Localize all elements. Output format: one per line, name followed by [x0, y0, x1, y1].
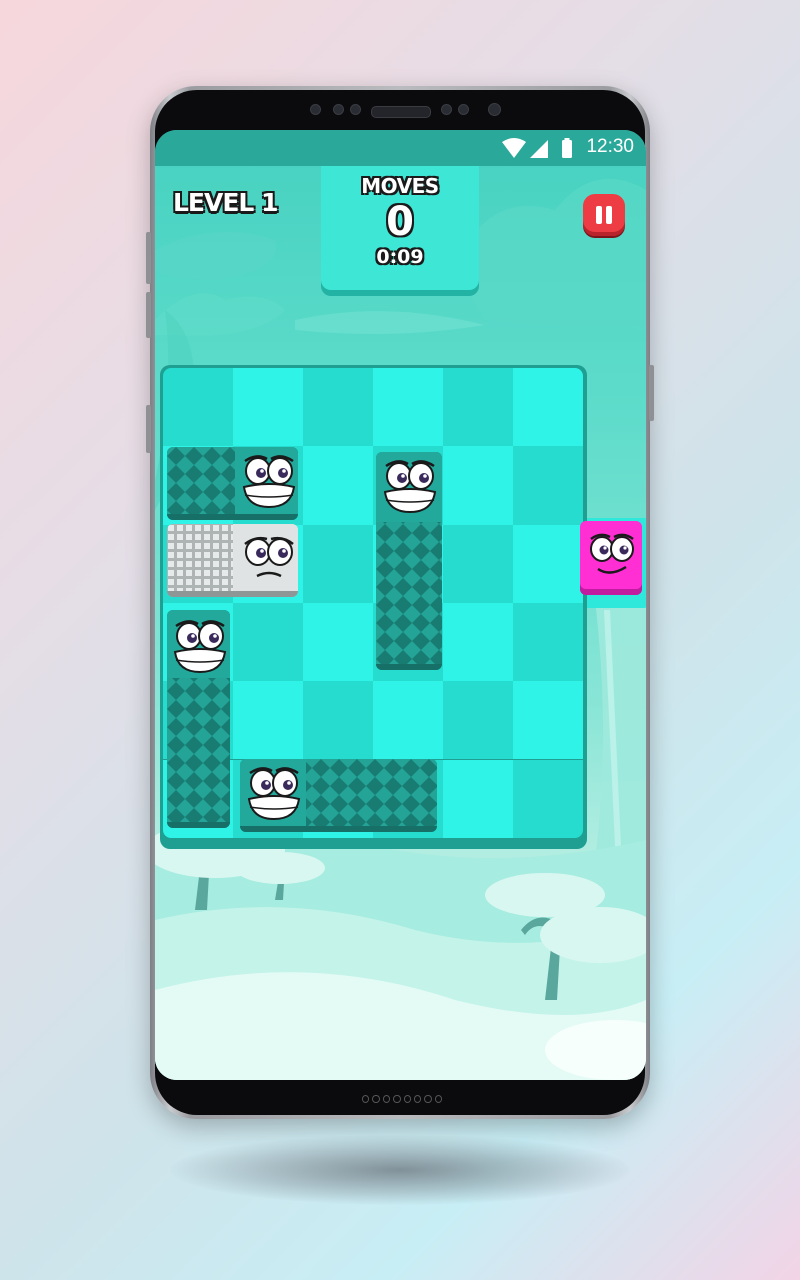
board-cell — [513, 524, 583, 603]
status-bar: 12:30 — [155, 130, 646, 166]
earpiece-speaker — [371, 106, 431, 118]
moves-title: MOVES — [361, 174, 439, 198]
signal-icon — [530, 140, 548, 158]
board-cell — [443, 602, 513, 682]
phone-floor-shadow — [170, 1135, 630, 1205]
sensor-dot — [350, 104, 361, 115]
moves-timer: 0:09 — [376, 246, 424, 268]
board-cell — [373, 368, 443, 447]
grin-face-icon — [383, 460, 437, 514]
sensor-dot — [333, 104, 344, 115]
teal-block-vertical-left[interactable] — [167, 610, 230, 828]
teal-block-vertical-center[interactable] — [376, 452, 442, 670]
board-cell — [233, 602, 303, 682]
grin-face-icon — [247, 767, 301, 821]
battery-icon — [562, 140, 572, 158]
pink-target-block[interactable] — [580, 521, 642, 595]
board-cell — [443, 681, 513, 760]
board-cell — [443, 446, 513, 525]
teal-block-horizontal-bottom[interactable] — [240, 759, 437, 832]
pause-button[interactable] — [583, 194, 625, 236]
board-cell — [233, 368, 303, 447]
game-screen: 12:30 LEVEL 1 MOVES 0 0:09 — [155, 130, 646, 1080]
worried-face-icon — [244, 536, 294, 578]
board-cell — [513, 368, 583, 447]
grin-face-icon — [242, 455, 296, 509]
volume-down-button — [146, 292, 151, 338]
bottom-speaker-dots — [362, 1095, 442, 1105]
sensor-dot — [458, 104, 469, 115]
status-icons — [502, 138, 572, 158]
board-cell — [303, 368, 373, 447]
wifi-icon — [502, 138, 526, 158]
board-cell — [513, 602, 583, 682]
board-cell — [303, 602, 373, 682]
status-time: 12:30 — [586, 136, 634, 157]
smile-face-icon — [590, 533, 634, 574]
sensor-dot — [310, 104, 321, 115]
board-cell — [443, 759, 513, 838]
board-cell — [303, 524, 373, 603]
board-cell — [303, 681, 373, 760]
front-camera — [488, 103, 501, 116]
board-cell — [513, 446, 583, 525]
level-label: LEVEL 1 — [173, 188, 278, 217]
volume-up-button — [146, 232, 151, 284]
board-cell — [303, 446, 373, 525]
power-button — [649, 365, 654, 421]
moves-count: 0 — [386, 199, 414, 245]
board-cell — [443, 524, 513, 603]
bixby-button — [146, 405, 151, 453]
sensor-dot — [441, 104, 452, 115]
grey-block-horizontal[interactable] — [167, 524, 298, 597]
board-cell — [513, 759, 583, 838]
board-cell — [443, 368, 513, 447]
board-cell — [373, 681, 443, 760]
teal-block-horizontal-top[interactable] — [167, 447, 298, 520]
board-cell — [513, 681, 583, 760]
moves-panel: MOVES 0 0:09 — [321, 166, 479, 290]
board-cell — [163, 368, 233, 447]
board-cell — [233, 681, 303, 760]
grin-face-icon — [173, 620, 227, 674]
